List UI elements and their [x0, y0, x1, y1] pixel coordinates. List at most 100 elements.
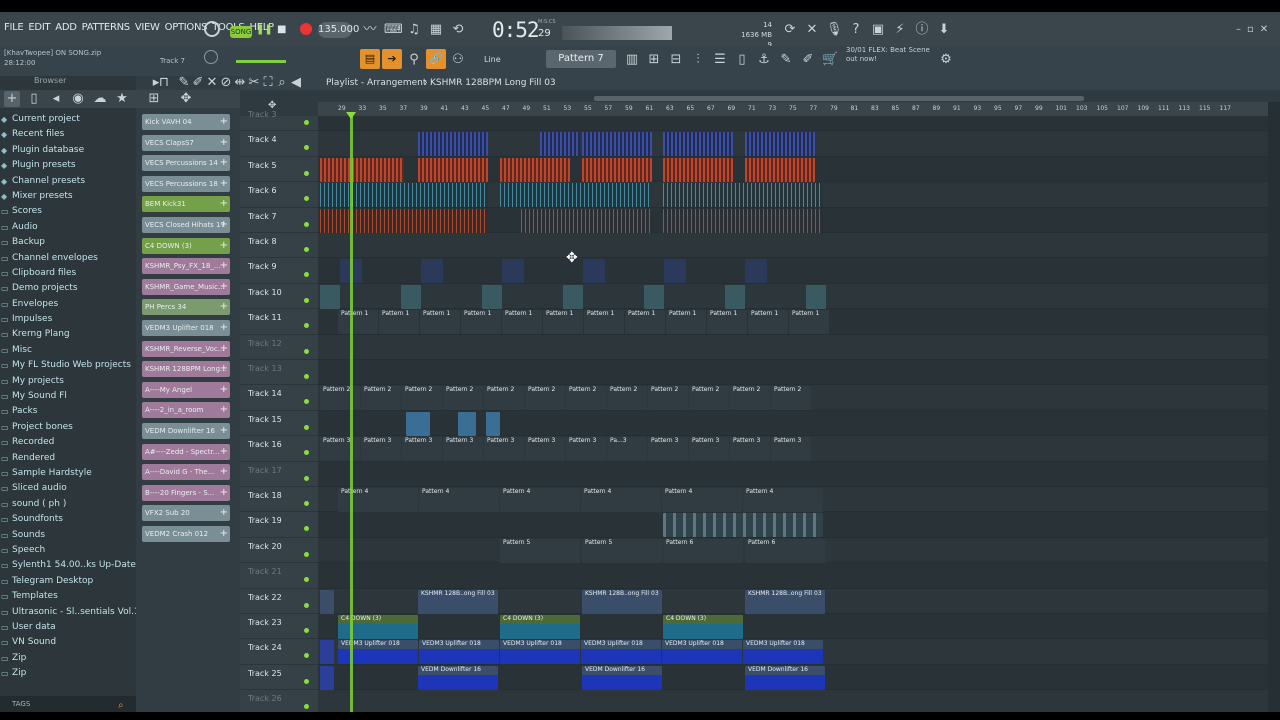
playlist-clip[interactable]: Pattern 2: [320, 386, 360, 411]
track-lane[interactable]: [318, 258, 1268, 284]
channel-button[interactable]: VECS Closed Hihats 17 +: [142, 217, 230, 233]
pattern-selector[interactable]: Pattern 7: [546, 50, 616, 68]
list-icon[interactable]: ☰: [712, 52, 728, 68]
channel-button[interactable]: VECS ClapsS7 +: [142, 134, 230, 151]
track-mute-led[interactable]: [304, 145, 309, 151]
track-mute-led[interactable]: [304, 551, 309, 557]
track-mute-led[interactable]: [304, 628, 309, 633]
channel-button[interactable]: C4 DOWN (3) +: [142, 237, 230, 254]
track-header[interactable]: Track 22: [240, 589, 318, 614]
track-header[interactable]: Track 14: [240, 385, 318, 411]
browser-item[interactable]: ▭ Demo projects: [0, 281, 136, 296]
browser-item[interactable]: ◆ Plugin presets: [0, 158, 136, 173]
track-header[interactable]: Track 9: [240, 258, 318, 284]
files-icon[interactable]: ▯: [26, 91, 42, 107]
channel-button[interactable]: B----20 Fingers - S... +: [142, 484, 230, 501]
help-icon[interactable]: ?: [848, 22, 864, 38]
channel-button[interactable]: VEDM Downlifter 16 +: [142, 423, 230, 439]
playlist-clip[interactable]: Pattern 3: [320, 437, 360, 462]
add-channel-icon[interactable]: +: [220, 299, 228, 315]
browser-item[interactable]: ▭ Zip: [0, 666, 136, 681]
browser-item[interactable]: ▭ sound ( ph ): [0, 497, 136, 512]
eraser-icon[interactable]: ✐: [800, 52, 816, 68]
add-channel-icon[interactable]: +: [220, 217, 228, 233]
channel-button[interactable]: A#----Zedd - Spectr... +: [142, 443, 230, 460]
track-mute-led[interactable]: [304, 348, 309, 354]
playlist-clip[interactable]: Pattern 6: [745, 538, 825, 563]
channel-button[interactable]: KSHMR_Reverse_Voc... +: [142, 340, 230, 357]
track-mute-led[interactable]: [304, 323, 309, 329]
playlist-clip[interactable]: Pattern 3: [771, 437, 811, 462]
track-mute-led[interactable]: [304, 374, 309, 379]
track-mute-led[interactable]: [304, 247, 309, 252]
document-icon[interactable]: ▯: [734, 52, 750, 68]
track-header[interactable]: Track 8: [240, 233, 318, 259]
time-display[interactable]: 0:52: [492, 18, 540, 42]
playlist-clip[interactable]: [745, 132, 815, 157]
menu-patterns[interactable]: PATTERNS: [82, 22, 131, 33]
track-header[interactable]: Track 4: [240, 131, 318, 157]
image-line-logo-icon[interactable]: ⚙: [938, 52, 954, 68]
link-button[interactable]: 🔗: [426, 49, 446, 69]
playlist-clip[interactable]: Pattern 2: [361, 386, 401, 411]
playlist-clip[interactable]: Pattern 4: [581, 488, 661, 512]
track-header[interactable]: Track 20: [240, 538, 318, 564]
browser-item[interactable]: ▭ Impulses: [0, 312, 136, 327]
track-lane[interactable]: [318, 334, 1268, 360]
browser-item[interactable]: ▭ Scores: [0, 204, 136, 219]
playlist-clip[interactable]: [458, 411, 476, 436]
playlist-clip[interactable]: [745, 157, 815, 182]
back-icon[interactable]: ◂: [48, 91, 64, 107]
browser-item[interactable]: ◆ Current project: [0, 112, 136, 127]
playlist-clip[interactable]: [320, 665, 334, 690]
add-channel-icon[interactable]: +: [220, 279, 228, 295]
refresh-icon[interactable]: ⟳: [782, 22, 798, 38]
add-channel-icon[interactable]: +: [220, 402, 228, 418]
playlist-clip[interactable]: Pattern 1: [584, 310, 624, 335]
playlist-clip[interactable]: Pattern 3: [484, 437, 524, 462]
track-header[interactable]: Track 19: [240, 512, 318, 538]
playlist-clip[interactable]: [563, 284, 583, 309]
track-header[interactable]: Track 12: [240, 335, 318, 360]
playlist-clip[interactable]: C4 DOWN (3): [500, 615, 580, 639]
playlist-clip[interactable]: Pattern 2: [730, 386, 770, 411]
playlist-clip[interactable]: Pattern 3: [730, 437, 770, 462]
playhead[interactable]: [350, 116, 353, 712]
channel-button[interactable]: VEDM2 Crash 012 +: [142, 526, 230, 542]
playlist-clip[interactable]: VEDM3 Uplifter 018: [500, 640, 580, 665]
track-mute-led[interactable]: [304, 501, 309, 506]
browser-item[interactable]: ▭ Project bones: [0, 420, 136, 435]
playlist-clip[interactable]: [482, 284, 502, 309]
track-mute-led[interactable]: [304, 120, 309, 125]
add-icon[interactable]: +: [4, 91, 20, 107]
browser-item[interactable]: ◆ Mixer presets: [0, 189, 136, 204]
browser-item[interactable]: ▭ Zip: [0, 651, 136, 666]
playlist-clip[interactable]: [320, 157, 404, 182]
browser-item[interactable]: ▭ Sounds: [0, 528, 136, 543]
add-channel-icon[interactable]: +: [220, 155, 228, 171]
playlist-clip[interactable]: KSHMR 128B..ong Fill 03: [745, 589, 825, 614]
mixer-view-icon[interactable]: ⊟: [668, 52, 684, 68]
microphone-icon[interactable]: 🎙: [826, 22, 843, 38]
loop-record-icon[interactable]: ⟲: [450, 22, 466, 38]
browser-tags[interactable]: TAGS ⌕: [0, 696, 136, 712]
menu-edit[interactable]: EDIT: [28, 22, 50, 33]
playlist-clip[interactable]: [745, 259, 767, 284]
browser-item[interactable]: ▭ Telegram Desktop: [0, 574, 136, 589]
browser-item[interactable]: ▭ Recorded: [0, 435, 136, 450]
channel-button[interactable]: BEM Kick31 +: [142, 196, 230, 213]
playlist-clip[interactable]: VEDM3 Uplifter 018: [743, 640, 823, 665]
playlist-clip[interactable]: Pattern 2: [566, 386, 606, 411]
playlist-clip[interactable]: Pattern 5: [582, 538, 662, 563]
song-mode-button[interactable]: SONG: [230, 26, 252, 38]
playlist-clip[interactable]: Pattern 1: [748, 310, 788, 335]
track-lane[interactable]: [318, 614, 1268, 640]
track-mute-led[interactable]: [304, 602, 309, 608]
playlist-clip[interactable]: Pattern 2: [648, 386, 688, 411]
playlist-clip[interactable]: Pattern 2: [402, 386, 442, 411]
playlist-clip[interactable]: [401, 284, 421, 309]
track-lane[interactable]: [318, 116, 1268, 132]
track-mute-led[interactable]: [304, 272, 309, 278]
arrow-button[interactable]: ➔: [382, 49, 402, 69]
track-header[interactable]: Track 7: [240, 208, 318, 233]
